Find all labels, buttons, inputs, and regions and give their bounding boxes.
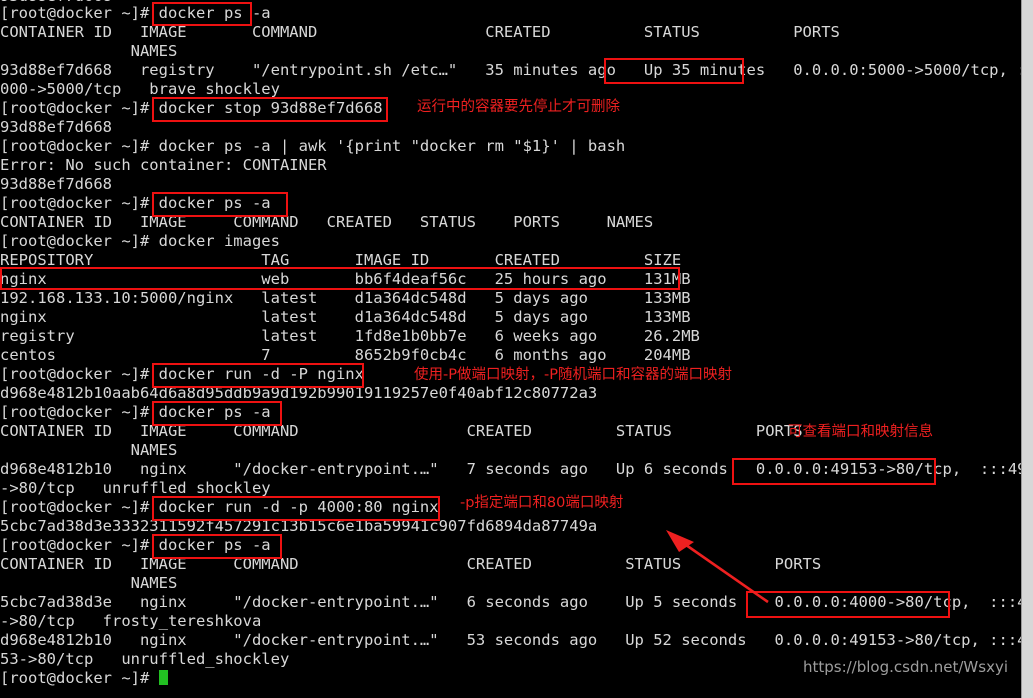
terminal-line: CONTAINER ID IMAGE COMMAND CREATED STATU… [0,213,654,231]
terminal-line: [root@docker ~]# docker stop 93d88ef7d66… [0,99,383,117]
terminal-line: [root@docker ~]# docker ps -a | awk '{pr… [0,137,626,155]
terminal-line: 192.168.133.10:5000/nginx latest d1a364d… [0,289,691,307]
terminal-line: [root@docker ~]# docker ps -a [0,4,271,22]
terminal-line: [root@docker ~]# docker ps -a [0,536,271,554]
annotation-lower-p: -p指定端口和80端口映射 [460,495,624,511]
terminal-line: 000->5000/tcp brave shockley [0,80,280,98]
shell-prompt: [root@docker ~]# [0,669,159,687]
terminal-line: CONTAINER ID IMAGE COMMAND CREATED STATU… [0,422,803,440]
text-cursor [158,670,169,685]
terminal-line: NAMES [0,42,178,60]
terminal-window: 93d88ef7d668 [root@docker ~]# docker ps … [0,0,1033,698]
terminal-line: ->80/tcp frosty_tereshkova [0,612,262,630]
terminal-line: [root@docker ~]# docker run -d -p 4000:8… [0,498,439,516]
terminal-line: [root@docker ~]# docker images [0,232,280,250]
terminal-line: nginx latest d1a364dc548d 5 days ago 133… [0,308,691,326]
watermark-text: https://blog.csdn.net/Wsxyi [802,658,1008,676]
terminal-line: d968e4812b10aab64d6a8d95ddb9a9d192b99019… [0,384,598,402]
terminal-line: NAMES [0,441,178,459]
window-right-edge [1021,0,1033,698]
terminal-line: d968e4812b10 nginx "/docker-entrypoint.…… [0,631,1022,649]
terminal-line: Error: No such container: CONTAINER [0,156,327,174]
terminal-prompt-line: [root@docker ~]# [0,669,169,688]
annotation-ports-info: 可查看端口和映射信息 [788,424,933,440]
terminal-line: nginx web bb6f4deaf56c 25 hours ago 131M… [0,270,691,288]
terminal-line: centos 7 8652b9f0cb4c 6 months ago 204MB [0,346,691,364]
terminal-line: REPOSITORY TAG IMAGE ID CREATED SIZE [0,251,682,269]
terminal-line: registry latest 1fd8e1b0bb7e 6 weeks ago… [0,327,700,345]
terminal-line: NAMES [0,574,178,592]
terminal-line: 93d88ef7d668 [0,175,112,193]
terminal-line: 93d88ef7d668 [0,118,112,136]
terminal-line: 5cbc7ad38d3e3332311592f457291c13b15c6e1b… [0,517,598,535]
terminal-line: [root@docker ~]# docker ps -a [0,194,271,212]
terminal-screen[interactable]: 93d88ef7d668 [root@docker ~]# docker ps … [0,0,1022,698]
annotation-capital-p: 使用-P做端口映射，-P随机端口和容器的端口映射 [414,367,732,383]
terminal-line: CONTAINER ID IMAGE COMMAND CREATED STATU… [0,23,840,41]
terminal-line: 93d88ef7d668 registry "/entrypoint.sh /e… [0,61,1022,79]
terminal-line: [root@docker ~]# docker run -d -P nginx [0,365,364,383]
terminal-line: d968e4812b10 nginx "/docker-entrypoint.…… [0,460,1022,478]
terminal-line: 53->80/tcp unruffled_shockley [0,650,290,668]
annotation-stop-required: 运行中的容器要先停止才可删除 [417,99,620,115]
terminal-line: [root@docker ~]# docker ps -a [0,403,271,421]
terminal-line: 5cbc7ad38d3e nginx "/docker-entrypoint.…… [0,593,1022,611]
terminal-line: ->80/tcp unruffled shockley [0,479,271,497]
terminal-line: CONTAINER ID IMAGE COMMAND CREATED STATU… [0,555,822,573]
